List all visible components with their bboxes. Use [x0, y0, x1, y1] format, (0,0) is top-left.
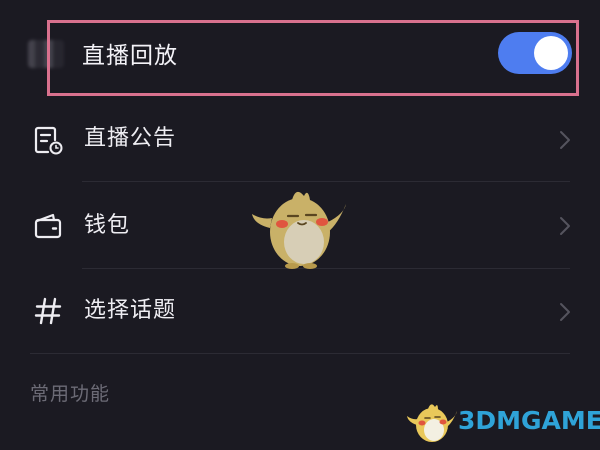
chevron-right-icon — [560, 131, 570, 149]
live-settings-screen: 直播回放 直播公告 钱包 选择话题 常用功能 3DMGAME — [0, 0, 600, 450]
watermark-text: 3DMGAME — [458, 406, 600, 435]
menu-item-label: 钱包 — [84, 213, 131, 238]
live-replay-label: 直播回放 — [82, 43, 178, 69]
live-replay-toggle[interactable] — [498, 32, 572, 74]
watermark-mascot-icon — [407, 404, 457, 442]
divider — [30, 353, 570, 354]
live-replay-row: 直播回放 — [0, 0, 600, 110]
toggle-knob — [534, 36, 568, 70]
menu-item-label: 直播公告 — [84, 126, 177, 151]
watermark-3dmgame: 3DMGAME — [404, 396, 600, 446]
chevron-right-icon — [560, 217, 570, 235]
notice-document-icon — [34, 126, 63, 155]
hashtag-icon — [34, 297, 62, 325]
menu-item-live-notice[interactable]: 直播公告 — [0, 96, 600, 182]
mascot-watermark-icon — [252, 191, 346, 269]
section-header-common-functions: 常用功能 — [30, 383, 111, 405]
chevron-right-icon — [560, 303, 570, 321]
menu-item-label: 选择话题 — [84, 298, 177, 323]
menu-item-select-topic[interactable]: 选择话题 — [0, 268, 600, 354]
wallet-icon — [34, 213, 62, 239]
